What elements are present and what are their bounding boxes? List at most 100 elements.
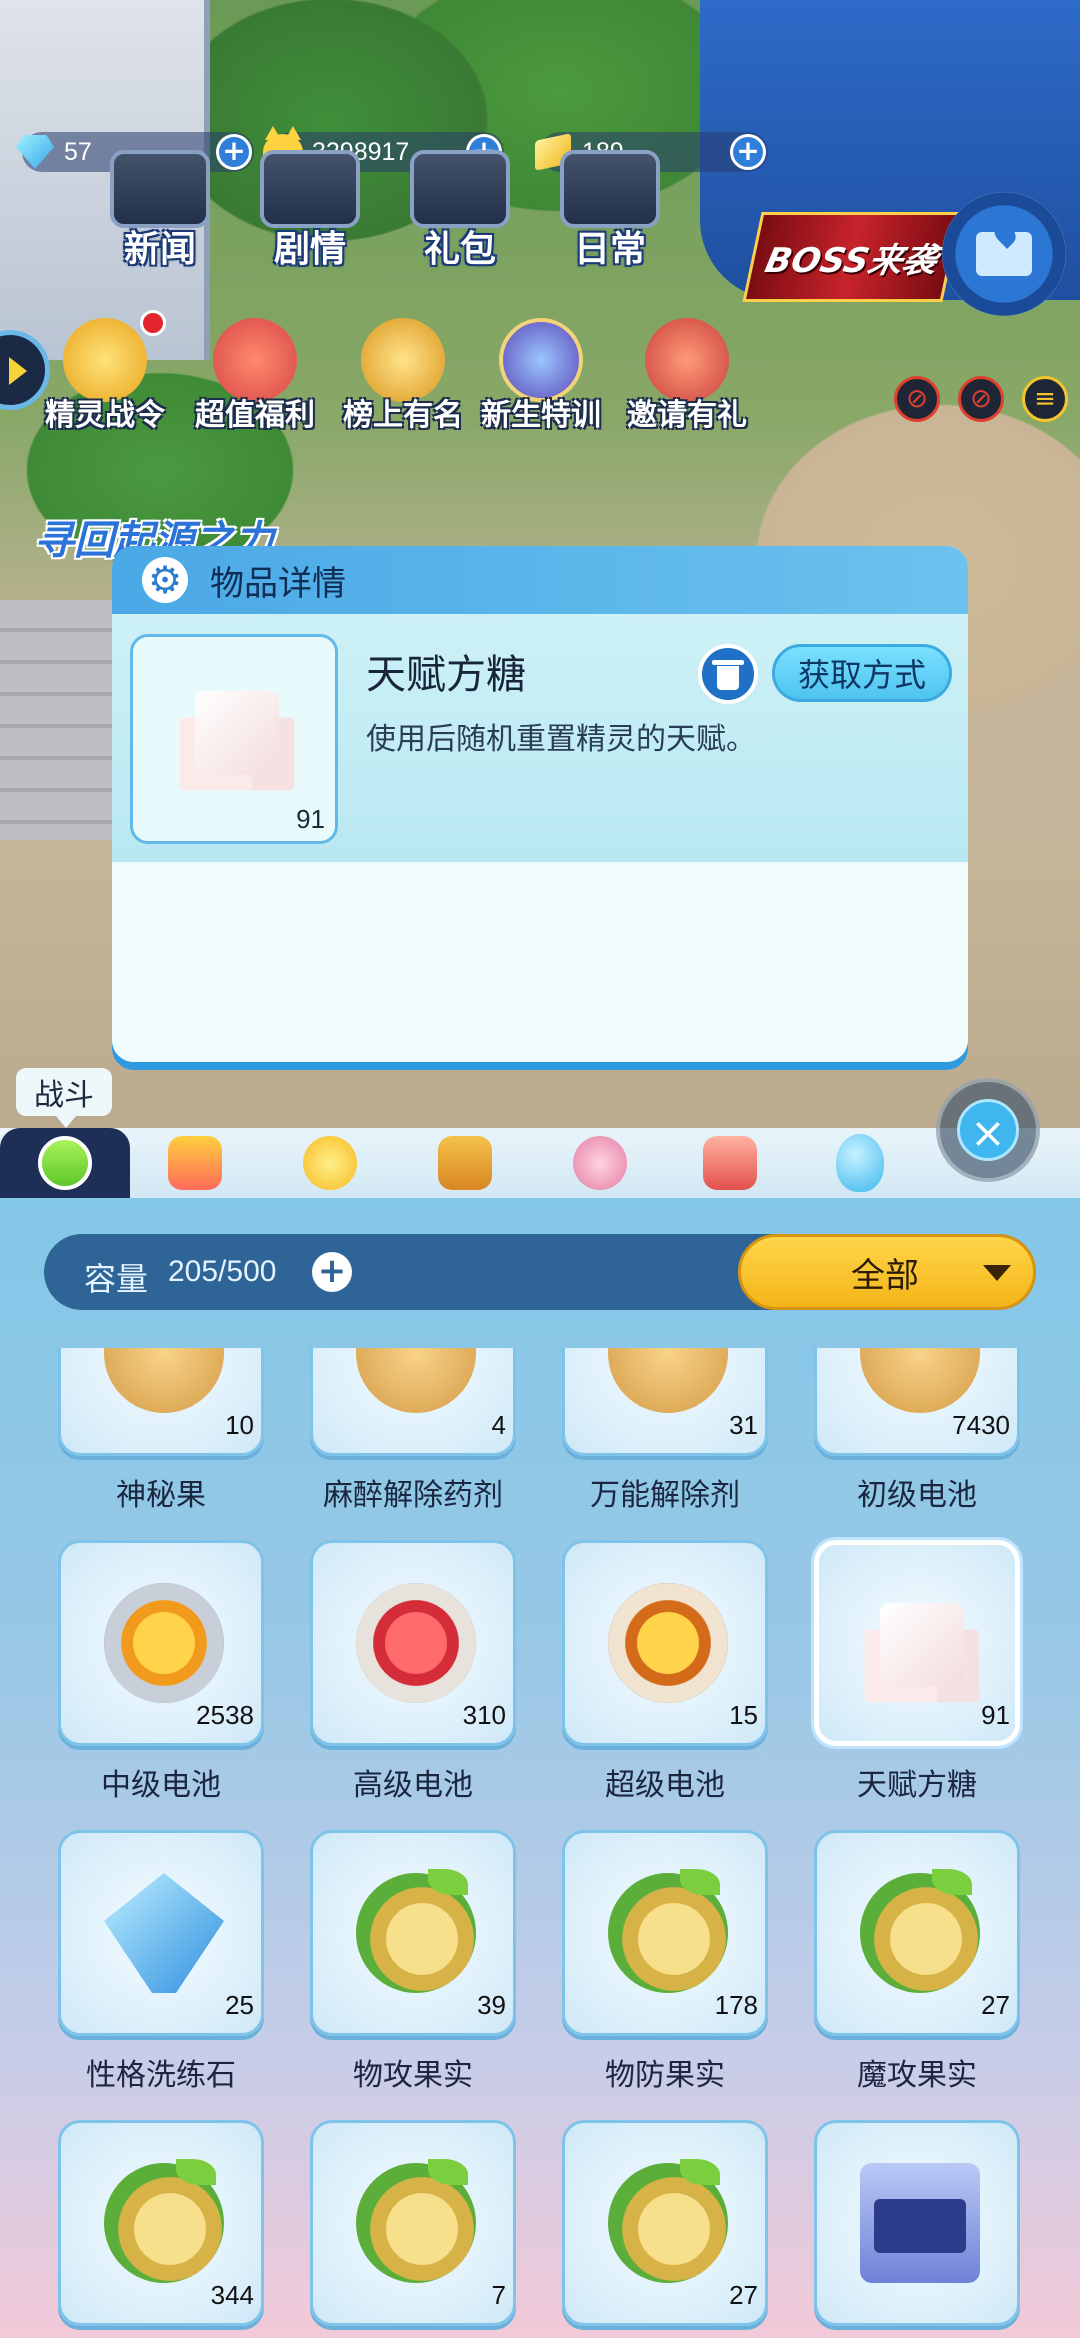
map-icon [976, 232, 1032, 276]
newbie-training-label: 新生特训 [481, 398, 601, 433]
item-quantity: 310 [462, 1700, 506, 1730]
tab-battle-items[interactable] [0, 1128, 130, 1198]
tab-egg[interactable] [795, 1128, 925, 1198]
learner-item-icon [860, 2163, 980, 2283]
bag-item[interactable]: 7430 初级电池 [814, 1348, 1020, 1513]
daily-button[interactable]: 日常 [540, 150, 680, 290]
bag-panel: 容量 205/500 + 全部 10 神秘果 4 麻醉解除药剂 31 万能解除剂 7430 初… [0, 1198, 1080, 2338]
trash-icon[interactable] [698, 644, 758, 704]
dress-icon [573, 1136, 627, 1190]
invite-reward-button[interactable]: 邀请有礼 [612, 318, 762, 438]
item-name: 神秘果 [116, 1478, 206, 1513]
bag-item[interactable]: 15 超级电池 [562, 1540, 768, 1803]
story-button[interactable]: 剧情 [240, 150, 380, 290]
daily-label: 日常 [573, 229, 646, 270]
mute-sound-icon[interactable]: ⊘ [894, 376, 940, 422]
popup-body: 91 天赋方糖 使用后随机重置精灵的天赋。 获取方式 [112, 614, 968, 862]
item-quantity: 91 [296, 804, 325, 834]
battle-items-icon [38, 1136, 92, 1190]
gift-pack-label: 礼包 [423, 229, 496, 270]
bag-item[interactable]: 27速度果实 [562, 2120, 768, 2338]
chevron-down-icon [983, 1265, 1011, 1281]
item-name: 魔攻果实 [857, 2058, 977, 2093]
item-quantity: 344 [210, 2280, 254, 2310]
bag-item[interactable]: 178 物防果实 [562, 1830, 768, 2093]
popup-header: ⚙ 物品详情 [112, 546, 968, 614]
bag-item[interactable]: 25 性格洗练石 [58, 1830, 264, 2093]
item-quantity: 4 [491, 1410, 506, 1440]
crystal-item-icon [104, 1873, 224, 1993]
bag-item[interactable]: 27 魔攻果实 [814, 1830, 1020, 2093]
filter-dropdown[interactable]: 全部 [738, 1234, 1036, 1310]
capacity-label: 容量 [84, 1260, 149, 1298]
gear-icon: ⚙ [142, 557, 188, 603]
star-wand-icon [303, 1136, 357, 1190]
value-welfare-button[interactable]: 超值福利 [180, 318, 330, 438]
battle-pass-button[interactable]: 精灵战令 [30, 318, 180, 438]
popup-title: 物品详情 [210, 563, 346, 604]
item-name: 麻醉解除药剂 [323, 1478, 503, 1513]
boss-raid-banner[interactable]: BOSS来袭 [742, 212, 962, 302]
tab-rocking-horse[interactable] [665, 1128, 795, 1198]
bag-item[interactable]: 91 天赋方糖 [814, 1540, 1020, 1803]
fruit-item-icon [608, 1869, 728, 1993]
tab-blocks[interactable] [130, 1128, 260, 1198]
notification-dot [140, 310, 166, 336]
menu-toggle-icon[interactable]: ≡ [1022, 376, 1068, 422]
item-name: 物攻果实 [353, 2058, 473, 2093]
news-button[interactable]: 新闻 [90, 150, 230, 290]
leaderboard-button[interactable]: 榜上有名 [328, 318, 478, 438]
item-preview: 91 [130, 634, 338, 844]
bag-item[interactable]: 2538 中级电池 [58, 1540, 264, 1803]
value-welfare-label: 超值福利 [195, 398, 315, 433]
close-button[interactable]: × [936, 1078, 1040, 1182]
bag-item[interactable]: 344魔防果实 [58, 2120, 264, 2338]
item-slot [814, 2120, 1020, 2326]
item-name: 初级电池 [857, 1478, 977, 1513]
leaderboard-label: 榜上有名 [343, 398, 463, 433]
item-quantity: 27 [729, 2280, 758, 2310]
blocks-icon [168, 1136, 222, 1190]
bag-category-tabs [0, 1128, 1080, 1198]
item-quantity: 2538 [196, 1700, 254, 1730]
story-label: 剧情 [273, 229, 346, 270]
item-name: 高级电池 [353, 1768, 473, 1803]
item-slot [310, 2120, 516, 2326]
item-quantity: 31 [729, 1410, 758, 1440]
gift-pack-button[interactable]: 礼包 [390, 150, 530, 290]
item-name: 物防果实 [605, 2058, 725, 2093]
bag-item[interactable]: 7生命果实 [310, 2120, 516, 2338]
add-gold-button[interactable]: + [730, 134, 766, 170]
item-quantity: 27 [981, 1990, 1010, 2020]
battle-pass-label: 精灵战令 [45, 398, 165, 433]
tab-star-chest[interactable] [400, 1128, 530, 1198]
bag-item[interactable]: 4 麻醉解除药剂 [310, 1348, 516, 1513]
close-icon: × [957, 1099, 1019, 1161]
bag-item[interactable]: 31 万能解除剂 [562, 1348, 768, 1513]
item-quantity: 178 [714, 1990, 758, 2020]
item-detail-popup: ⚙ 物品详情 91 天赋方糖 使用后随机重置精灵的天赋。 获取方式 [112, 546, 968, 1062]
story-icon [260, 150, 360, 228]
mute-music-icon[interactable]: ⊘ [958, 376, 1004, 422]
item-quantity: 15 [729, 1700, 758, 1730]
bag-item[interactable]: 39 物攻果实 [310, 1830, 516, 2093]
news-icon [110, 150, 210, 228]
bag-item[interactable]: 冰霜陷阱学习机 [814, 2120, 1020, 2338]
bag-item[interactable]: 310 高级电池 [310, 1540, 516, 1803]
item-description: 使用后随机重置精灵的天赋。 [366, 722, 756, 757]
rocking-horse-icon [703, 1136, 757, 1190]
tab-dress[interactable] [535, 1128, 665, 1198]
invite-reward-label: 邀请有礼 [627, 398, 747, 433]
tab-star-wand[interactable] [265, 1128, 395, 1198]
item-name: 万能解除剂 [590, 1478, 740, 1513]
expand-capacity-button[interactable]: + [312, 1252, 352, 1292]
obtain-method-button[interactable]: 获取方式 [772, 644, 952, 702]
generic-item-icon [608, 1348, 728, 1413]
popup-empty-area [112, 862, 968, 1062]
newbie-training-button[interactable]: 新生特训 [466, 318, 616, 438]
bag-item[interactable]: 10 神秘果 [58, 1348, 264, 1513]
item-quantity: 39 [477, 1990, 506, 2020]
talent-sugar-icon [195, 691, 279, 775]
map-button[interactable] [942, 192, 1066, 316]
item-quantity: 7 [491, 2280, 506, 2310]
